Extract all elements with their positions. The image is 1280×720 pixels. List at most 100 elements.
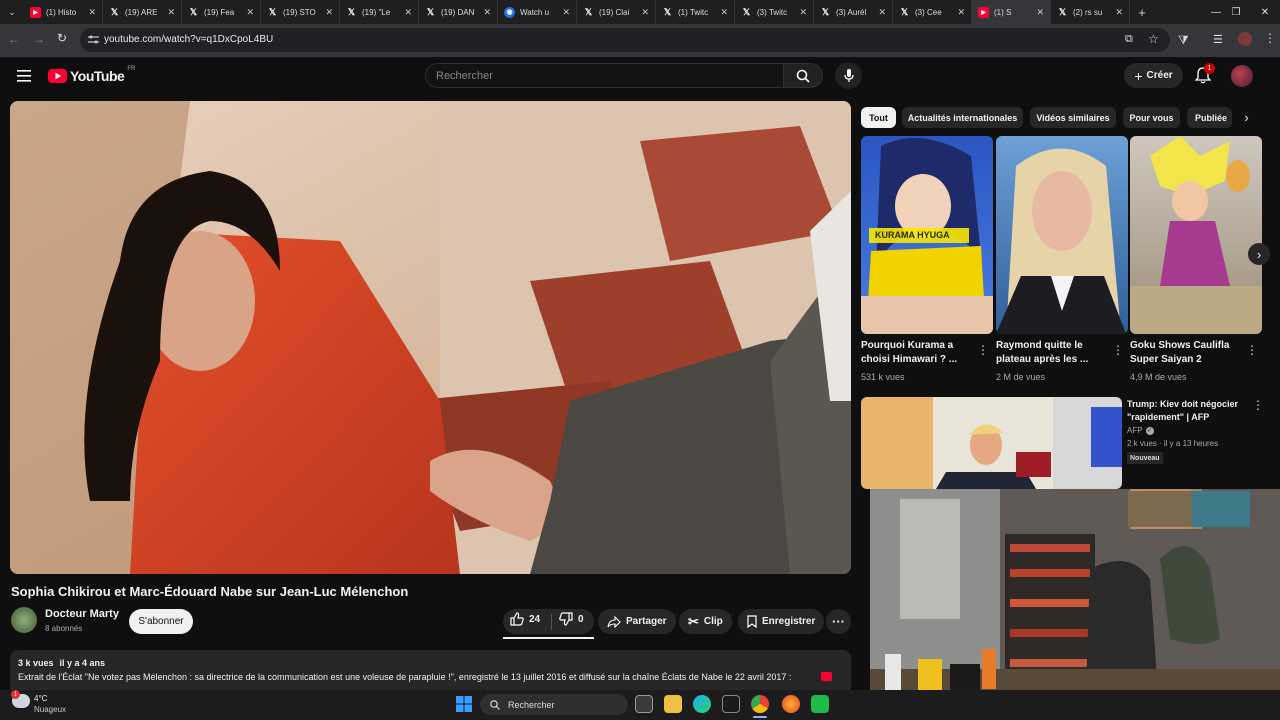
recommended-thumbnail[interactable] [861,397,1122,489]
tab-close-icon[interactable]: ✕ [483,7,491,18]
reload-icon[interactable]: ↻ [57,31,67,45]
browser-menu-icon[interactable]: ⋮ [1264,31,1276,45]
browser-tab[interactable]: 𝕏 (19) DAN ✕ [419,0,498,24]
channel-name[interactable]: Docteur Marty [45,608,119,620]
account-avatar[interactable] [1231,65,1253,87]
short-thumbnail-1[interactable]: KURAMA HYUGA [861,136,993,334]
store-icon[interactable] [722,695,740,713]
chip-for-you[interactable]: Pour vous [1123,107,1180,128]
tab-search-chevron-icon[interactable]: ⌄ [0,0,24,24]
more-actions-button[interactable]: ··· [826,609,851,634]
short-title-3-line1: Goku Shows Caulifla [1130,340,1230,351]
site-settings-icon[interactable] [88,35,99,45]
chip-related-videos[interactable]: Vidéos similaires [1030,107,1116,128]
video-player[interactable] [10,101,851,574]
tab-title: (19) DAN [441,7,475,17]
tab-close-icon[interactable]: ✕ [246,7,254,18]
hamburger-menu-icon[interactable] [17,70,31,82]
browser-tab[interactable]: ▶ (1) S ✕ [972,0,1051,24]
like-button[interactable]: 24 [510,612,540,626]
edge-icon[interactable] [693,695,711,713]
windows-start-icon[interactable] [456,696,472,712]
url-field[interactable]: youtube.com/watch?v=q1DxCpoL4BU ⧉ ☆ [80,28,1170,52]
dislike-button[interactable]: 0 [559,612,584,626]
firefox-icon[interactable] [782,695,800,713]
browser-tab[interactable]: 𝕏 (3) Cee ✕ [893,0,972,24]
recommended-menu-icon[interactable]: ⋮ [1252,398,1264,412]
tab-close-icon[interactable]: ✕ [167,7,175,18]
x-icon: 𝕏 [110,6,119,17]
chip-all[interactable]: Tout [861,107,896,128]
tab-close-icon[interactable]: ✕ [878,7,886,18]
short-menu-1-icon[interactable]: ⋮ [977,343,989,357]
bookmark-star-icon[interactable]: ☆ [1148,32,1159,46]
webcam-room-image [870,489,1280,720]
short-views-1: 531 k vues [861,372,905,382]
browser-tab[interactable]: 𝕏 (3) Twitc ✕ [735,0,814,24]
browser-tab[interactable]: 𝕏 (19) ARE ✕ [103,0,182,24]
save-button[interactable]: Enregistrer [738,609,825,634]
taskbar-search-box[interactable]: Rechercher [480,694,628,715]
search-input[interactable]: Rechercher [425,63,783,88]
short-menu-2-icon[interactable]: ⋮ [1112,343,1124,357]
create-button[interactable]: + Créer [1124,63,1183,88]
chip-published[interactable]: Publiée [1187,107,1232,128]
browser-tab[interactable]: 𝕏 (19) STO ✕ [261,0,340,24]
tab-close-icon[interactable]: ✕ [1115,7,1123,18]
profile-avatar[interactable] [1238,32,1252,46]
extensions-icon[interactable]: ⧩ [1178,33,1189,48]
tab-title: Watch u [520,7,550,17]
browser-tab[interactable]: 𝕏 (3) Aurél ✕ [814,0,893,24]
recommended-channel[interactable]: AFP ✓ [1127,426,1154,435]
browser-tab[interactable]: 𝕏 (2) rs su ✕ [1051,0,1130,24]
short-views-3: 4,9 M de vues [1130,372,1187,382]
voice-search-button[interactable] [835,62,862,89]
browser-tab[interactable]: ▶ (1) Histo ✕ [24,0,103,24]
tab-close-icon[interactable]: ✕ [88,7,96,18]
browser-tab[interactable]: 𝕏 (19) "Le ✕ [340,0,419,24]
chrome-icon[interactable] [751,695,769,713]
tab-close-icon[interactable]: ✕ [325,7,333,18]
tab-close-icon[interactable]: ✕ [1036,7,1044,18]
description-box[interactable]: 3 k vues il y a 4 ans Extrait de l'Éclat… [10,650,851,695]
notifications-button[interactable]: 1 [1194,63,1215,89]
clip-button[interactable]: ✂ Clip [679,609,732,634]
tab-close-icon[interactable]: ✕ [404,7,412,18]
short-title-3-line2: Super Saiyan 2 [1130,354,1202,365]
youtube-logo[interactable]: YouTube FR [48,66,135,84]
app-icon[interactable] [811,695,829,713]
short-thumbnail-2[interactable] [996,136,1128,334]
tab-close-icon[interactable]: ✕ [799,7,807,18]
tab-close-icon[interactable]: ✕ [957,7,965,18]
browser-tab[interactable]: 𝕏 (1) Twitc ✕ [656,0,735,24]
file-explorer-icon[interactable] [664,695,682,713]
short-thumbnail-3[interactable] [1130,136,1262,334]
tab-close-icon[interactable]: ✕ [562,7,570,18]
x-icon: 𝕏 [1058,6,1067,17]
shorts-next-chevron-icon[interactable]: › [1248,243,1270,265]
browser-tab[interactable]: 𝕏 (19) Fea ✕ [182,0,261,24]
tab-groups-icon[interactable]: ☰ [1213,33,1223,46]
channel-avatar[interactable] [11,607,37,633]
new-tab-button[interactable]: + [1130,5,1154,20]
search-button[interactable] [783,63,823,88]
tab-close-icon[interactable]: ✕ [641,7,649,18]
subscribe-button[interactable]: S'abonner [129,609,193,634]
recommended-title[interactable]: Trump: Kiev doit négocier "rapidement" |… [1127,398,1238,424]
short-title-1[interactable]: Pourquoi Kurama a choisi Himawari ? ... [861,339,957,367]
short-title-2[interactable]: Raymond quitte le plateau après les ... [996,339,1088,367]
close-window-button[interactable]: ✕ [1245,0,1280,24]
task-view-icon[interactable] [635,695,653,713]
browser-tab[interactable]: ◉ Watch u ✕ [498,0,577,24]
short-title-3[interactable]: Goku Shows Caulifla Super Saiyan 2 [1130,339,1229,367]
youtube-link-icon[interactable] [821,672,832,681]
forward-arrow-icon[interactable]: → [33,32,45,46]
chips-next-chevron-icon[interactable]: › [1234,107,1259,128]
install-app-icon[interactable]: ⧉ [1125,33,1133,46]
back-arrow-icon[interactable]: ← [8,32,20,46]
tab-close-icon[interactable]: ✕ [720,7,728,18]
short-menu-3-icon[interactable]: ⋮ [1246,343,1258,357]
browser-tab[interactable]: 𝕏 (19) Clai ✕ [577,0,656,24]
chip-international-news[interactable]: Actualités internationales [902,107,1023,128]
share-button[interactable]: Partager [598,609,676,634]
